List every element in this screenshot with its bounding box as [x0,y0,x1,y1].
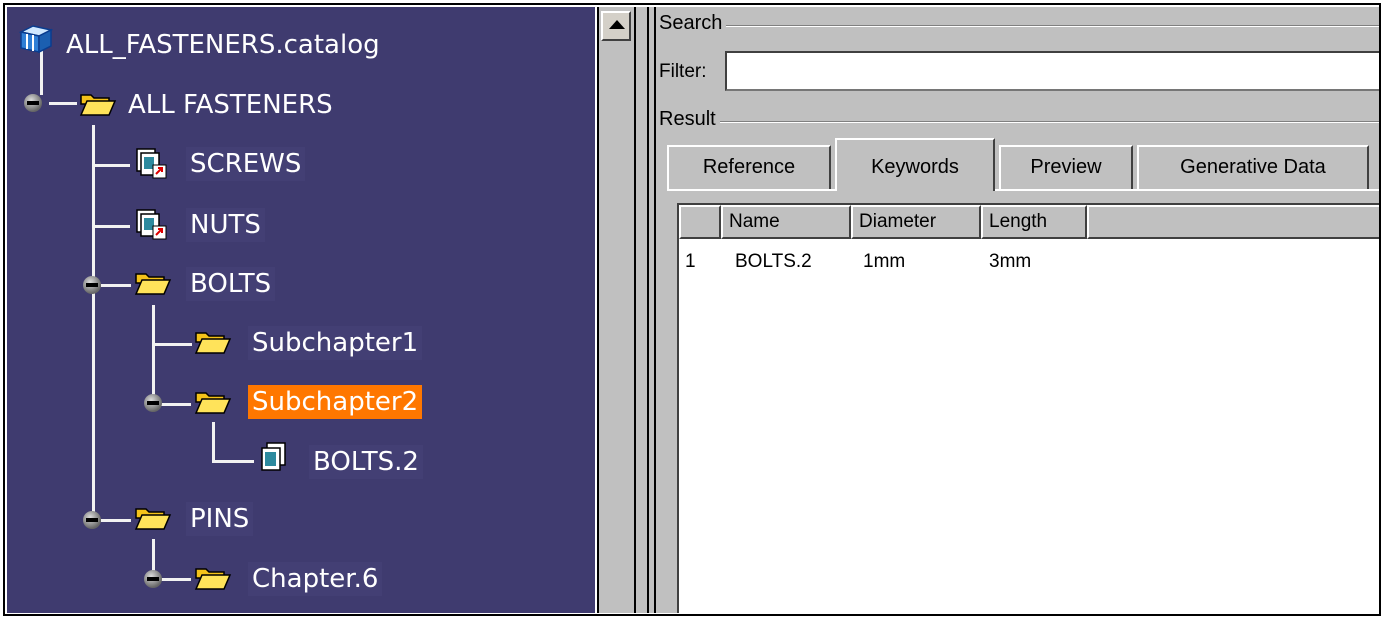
tree-connector [92,225,130,228]
open-folder-icon [79,94,117,116]
open-folder-icon [194,392,232,414]
panel-splitter[interactable] [633,7,657,613]
search-group-frame [697,25,1381,27]
tab-keywords[interactable]: Keywords [835,138,995,191]
tree-connector [49,102,77,105]
splitter-line [634,7,636,613]
tree-connector [92,125,95,521]
collapse-toggle-icon[interactable] [144,570,162,588]
tree-connector [212,460,254,463]
tree-root-label[interactable]: ALL_FASTENERS.catalog [62,28,384,62]
linked-catalog-icon [136,148,167,179]
collapse-toggle-icon[interactable] [83,276,101,294]
filter-label: Filter: [659,61,707,82]
catalog-browser-window: ALL_FASTENERS.catalog ALL FASTENERS SCRE… [0,0,1387,619]
column-header-name[interactable]: Name [721,205,851,239]
tree-item-subchapter2[interactable]: Subchapter2 [248,385,423,419]
row-name: BOLTS.2 [735,251,812,272]
splitter-line [654,7,656,613]
tree-item-all-fasteners[interactable]: ALL FASTENERS [124,88,337,122]
tree-item-nuts[interactable]: NUTS [186,208,265,242]
result-group-label: Result [659,108,720,131]
linked-catalog-icon [136,209,167,240]
catalog-tree[interactable]: ALL_FASTENERS.catalog ALL FASTENERS SCRE… [7,7,595,613]
collapse-toggle-icon[interactable] [144,394,162,412]
tab-preview[interactable]: Preview [999,145,1133,189]
tree-connector [161,403,191,406]
open-folder-icon [134,273,172,295]
open-folder-icon [194,568,232,590]
tree-item-pins[interactable]: PINS [186,502,254,536]
result-group-frame [697,121,1381,123]
tab-reference[interactable]: Reference [667,145,831,189]
tree-connector [101,519,131,522]
result-list[interactable]: Name Diameter Length 1 BOLTS.2 1mm 3mm [677,203,1381,613]
tree-item-bolts2[interactable]: BOLTS.2 [309,445,423,479]
search-group-label: Search [659,12,727,35]
filter-input[interactable] [725,51,1381,91]
open-folder-icon [134,508,172,530]
column-header-length[interactable]: Length [981,205,1087,239]
catalog-book-icon [19,25,53,54]
row-diameter: 1mm [863,251,906,272]
tree-item-screws[interactable]: SCREWS [186,147,306,181]
row-length: 3mm [989,251,1032,272]
splitter-line [647,7,649,613]
tree-vertical-scrollbar[interactable] [597,7,633,613]
tab-strip-edge [667,189,1381,191]
tree-connector [152,343,192,346]
tab-generative-data[interactable]: Generative Data [1137,145,1369,189]
column-header-filler [1087,205,1381,239]
open-folder-icon [194,332,232,354]
collapse-toggle-icon[interactable] [83,511,101,529]
component-document-icon [261,442,286,471]
tree-item-chapter6[interactable]: Chapter.6 [248,562,383,596]
column-header-diameter[interactable]: Diameter [851,205,981,239]
tree-connector [212,422,215,462]
tree-connector [152,305,155,403]
scroll-up-arrow-icon[interactable] [601,11,631,41]
tree-connector [92,164,130,167]
row-index: 1 [685,251,696,272]
column-header-index[interactable] [679,205,721,239]
search-result-panel: Search Filter: Result Reference Keywords… [657,7,1381,613]
tree-item-bolts[interactable]: BOLTS [186,267,276,301]
tree-connector [101,284,131,287]
collapse-toggle-icon[interactable] [24,94,42,112]
tree-connector [161,578,191,581]
tree-item-subchapter1[interactable]: Subchapter1 [248,326,423,360]
